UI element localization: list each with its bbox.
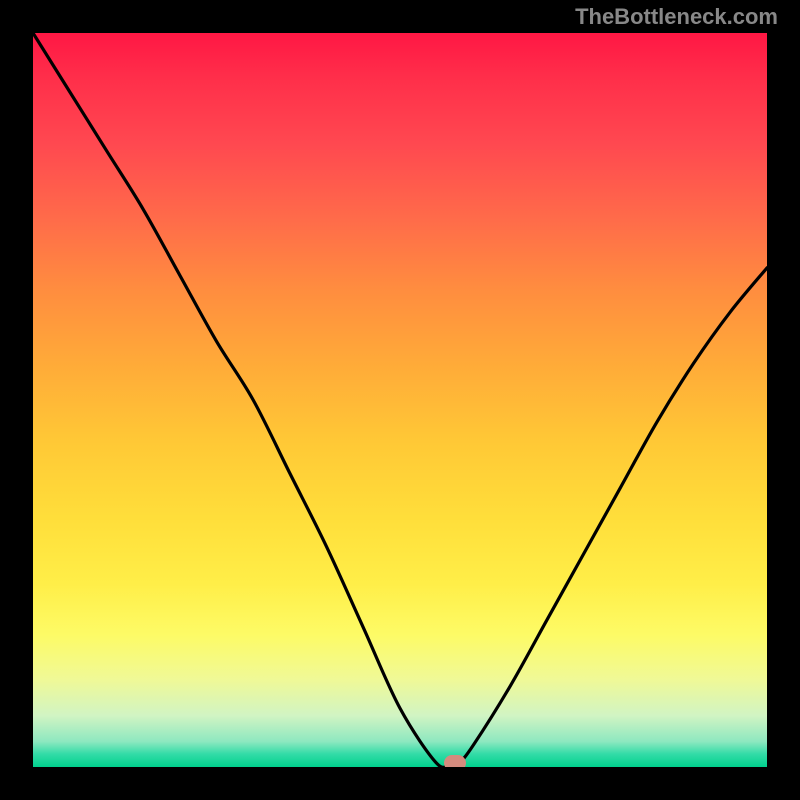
chart-marker-dot: [444, 755, 466, 767]
watermark-text: TheBottleneck.com: [575, 4, 778, 30]
bottleneck-curve-path: [33, 33, 767, 767]
chart-curve: [33, 33, 767, 767]
chart-plot-area: [33, 33, 767, 767]
